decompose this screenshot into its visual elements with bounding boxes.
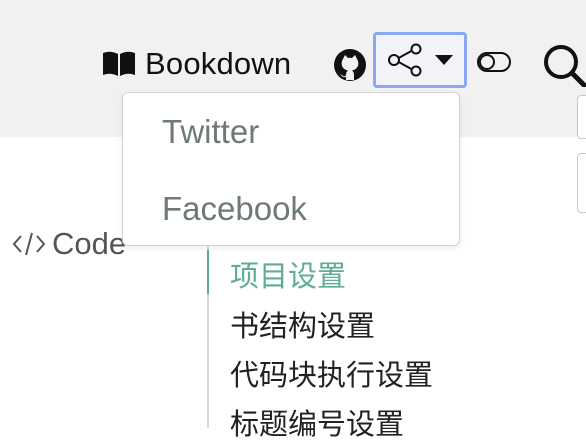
side-panel-edge [577, 95, 586, 139]
share-icon [387, 43, 423, 77]
view-code-link[interactable]: Code [12, 226, 126, 262]
toc-item-code-execution[interactable]: 代码块执行设置 [230, 352, 433, 394]
toc-active-indicator [207, 250, 209, 294]
side-panel-edge [577, 153, 586, 213]
code-icon [12, 231, 46, 257]
book-icon [101, 49, 137, 79]
toggle-icon[interactable] [476, 49, 512, 75]
share-button[interactable] [373, 32, 467, 88]
search-icon[interactable] [541, 42, 586, 87]
brand-link[interactable]: Bookdown [101, 44, 291, 84]
brand-label: Bookdown [145, 46, 292, 81]
share-dropdown-menu: Twitter Facebook [122, 92, 460, 246]
code-label: Code [52, 226, 127, 261]
toc-item-project-settings[interactable]: 项目设置 [230, 253, 346, 295]
share-menu-item-facebook[interactable]: Facebook [162, 190, 307, 228]
github-icon[interactable] [332, 47, 368, 83]
share-menu-item-twitter[interactable]: Twitter [162, 113, 259, 151]
toc-item-book-structure[interactable]: 书结构设置 [230, 303, 375, 345]
caret-down-icon [435, 55, 453, 65]
toc-item-heading-numbering[interactable]: 标题编号设置 [230, 401, 404, 443]
